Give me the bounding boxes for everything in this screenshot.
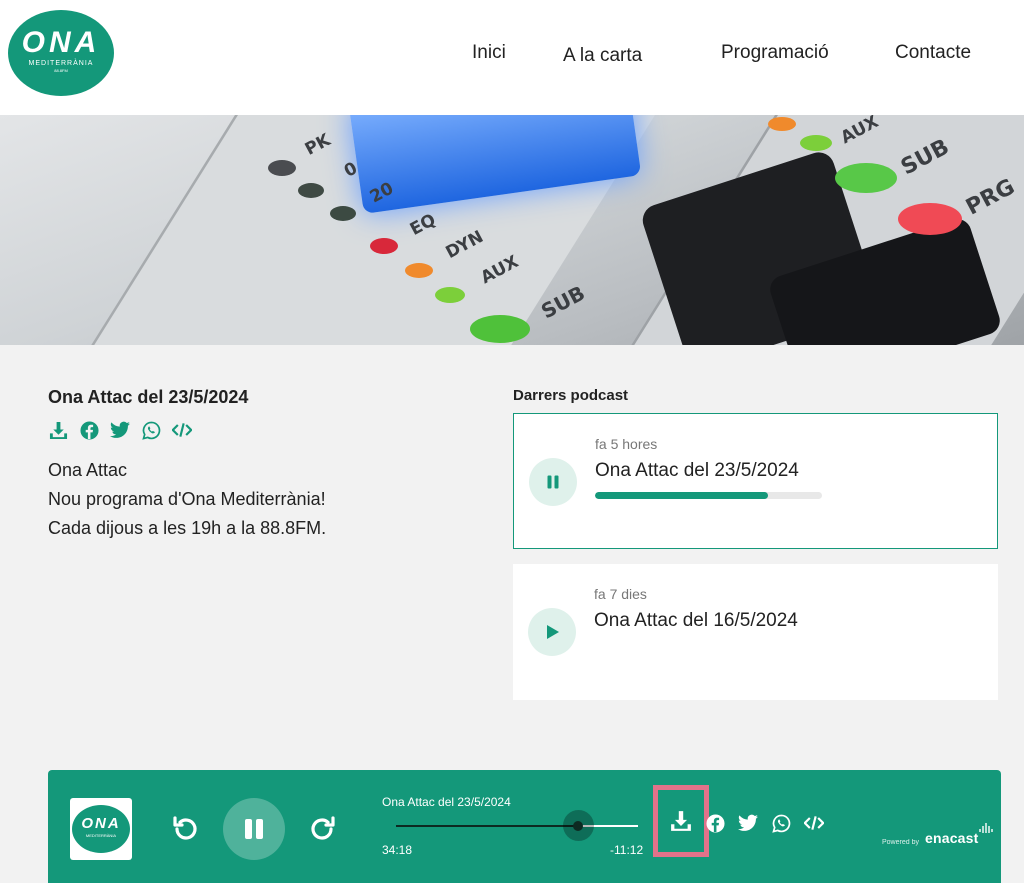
player-elapsed-time: 34:18 xyxy=(382,843,413,857)
logo-freq: 88.8FM xyxy=(54,68,68,73)
led xyxy=(768,117,796,131)
nav-inici[interactable]: Inici xyxy=(472,42,506,64)
download-icon[interactable] xyxy=(48,420,68,440)
forward-icon xyxy=(311,816,335,840)
nav-programacio[interactable]: Programació xyxy=(721,42,829,64)
play-icon xyxy=(547,625,559,639)
led xyxy=(435,287,465,303)
nav-a-la-carta[interactable]: A la carta xyxy=(563,45,642,67)
hero-image-mixing-console: PK 0 20 EQ DYN AUX SUB AUX SUB PRG xyxy=(0,115,1024,345)
logo-sub: MEDITERRÀNIA xyxy=(28,60,94,67)
rewind-button[interactable] xyxy=(168,812,202,846)
led xyxy=(898,203,962,235)
led xyxy=(405,263,433,278)
description-line: Cada dijous a les 19h a la 88.8FM. xyxy=(48,518,327,538)
led xyxy=(330,206,356,221)
description-line: Nou programa d'Ona Mediterrània! xyxy=(48,489,326,509)
twitter-icon[interactable] xyxy=(738,813,758,833)
embed-code-icon[interactable] xyxy=(804,813,824,833)
nav-contacte[interactable]: Contacte xyxy=(895,42,971,64)
player-share-icons xyxy=(705,813,824,833)
ona-logo[interactable]: ONA MEDITERRÀNIA 88.8FM xyxy=(8,10,114,96)
twitter-icon[interactable] xyxy=(110,420,130,440)
signal-icon xyxy=(978,823,993,833)
embed-code-icon[interactable] xyxy=(172,420,192,440)
led xyxy=(370,238,398,254)
episode-share-icons xyxy=(48,420,192,440)
player-episode-title: Ona Attac del 23/5/2024 xyxy=(382,795,511,809)
podcast-card[interactable]: fa 5 hores Ona Attac del 23/5/2024 xyxy=(513,413,998,549)
player-logo-text: ONA xyxy=(81,815,121,832)
podcast-age: fa 7 dies xyxy=(594,586,647,602)
description-line: Ona Attac xyxy=(48,460,128,480)
episode-title: Ona Attac del 23/5/2024 xyxy=(48,387,249,407)
play-button[interactable] xyxy=(528,608,576,656)
forward-button[interactable] xyxy=(306,812,340,846)
led xyxy=(298,183,324,198)
player-logo: ONA MEDITERRÀNIA xyxy=(70,798,132,860)
play-pause-button[interactable] xyxy=(223,798,285,860)
site-header: ONA MEDITERRÀNIA 88.8FM Inici A la carta… xyxy=(0,0,1024,115)
logo-text: ONA xyxy=(21,26,101,59)
whatsapp-icon[interactable] xyxy=(141,420,161,440)
latest-podcasts-heading: Darrers podcast xyxy=(513,387,629,404)
led xyxy=(470,315,530,343)
player-seek-handle[interactable] xyxy=(562,810,594,841)
episode-description: Ona Attac Nou programa d'Ona Mediterràni… xyxy=(48,456,326,543)
download-icon xyxy=(671,811,691,831)
enacast-logo: enacast xyxy=(924,830,979,846)
facebook-icon[interactable] xyxy=(705,813,725,833)
pause-button[interactable] xyxy=(529,458,577,506)
facebook-icon[interactable] xyxy=(79,420,99,440)
pause-icon xyxy=(245,819,263,839)
powered-by-label: Powered by xyxy=(882,839,919,846)
player-seek-fill xyxy=(396,825,578,827)
player-download-button[interactable] xyxy=(653,785,709,857)
pause-icon xyxy=(547,475,559,489)
powered-by-enacast[interactable]: Powered by enacast xyxy=(882,822,993,846)
rewind-icon xyxy=(173,816,197,840)
player-logo-sub: MEDITERRÀNIA xyxy=(85,833,117,838)
podcast-progress-fill xyxy=(595,492,768,499)
podcast-card[interactable]: fa 7 dies Ona Attac del 16/5/2024 xyxy=(513,564,998,700)
led xyxy=(800,135,832,151)
player-remaining-time: -11:12 xyxy=(610,843,644,857)
podcast-age: fa 5 hores xyxy=(595,436,658,452)
podcast-title: Ona Attac del 23/5/2024 xyxy=(595,460,799,481)
led xyxy=(268,160,296,176)
audio-player-bar: ONA MEDITERRÀNIA Ona Attac del 23/5/2024… xyxy=(48,770,1001,883)
whatsapp-icon[interactable] xyxy=(771,813,791,833)
podcast-progress-bar[interactable] xyxy=(595,492,822,499)
led xyxy=(835,163,897,193)
podcast-title: Ona Attac del 16/5/2024 xyxy=(594,610,798,631)
player-seek-bar[interactable] xyxy=(396,810,638,841)
